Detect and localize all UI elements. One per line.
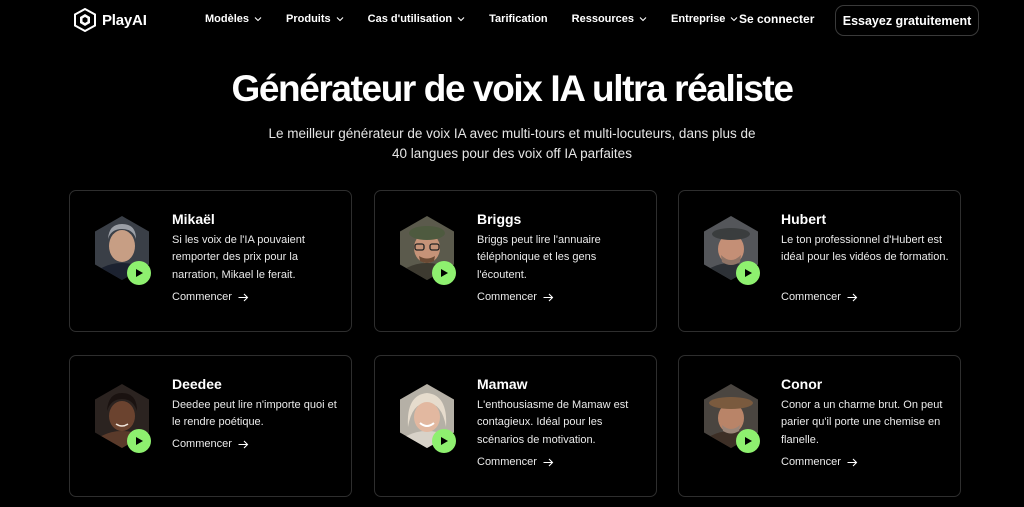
voice-card-briggs[interactable]: Briggs Briggs peut lire l'annuaire télép… [374, 190, 657, 332]
voice-card-deedee[interactable]: Deedee Deedee peut lire n'importe quoi e… [69, 355, 352, 497]
nav-item-label: Ressources [571, 13, 635, 25]
voice-avatar [398, 215, 456, 285]
play-button[interactable] [127, 261, 151, 285]
voice-name: Mikaël [172, 211, 215, 227]
chevron-down-icon [336, 17, 344, 22]
nav-item-modeles[interactable]: Modèles [205, 13, 262, 25]
voice-card-conor[interactable]: Conor Conor a un charme brut. On peut pa… [678, 355, 961, 497]
voice-name: Mamaw [477, 376, 528, 392]
voice-description: Si les voix de l'IA pouvaient remporter … [172, 234, 305, 281]
voice-name: Deedee [172, 376, 222, 392]
play-icon [136, 437, 143, 445]
start-link[interactable]: Commencer [781, 456, 858, 468]
nav-item-cas-utilisation[interactable]: Cas d'utilisation [368, 13, 466, 25]
voice-name: Conor [781, 376, 823, 392]
play-button[interactable] [736, 261, 760, 285]
start-link-label: Commencer [781, 291, 841, 303]
nav-item-label: Cas d'utilisation [367, 13, 453, 25]
page-subtitle: Le meilleur générateur de voix IA avec m… [268, 126, 756, 161]
arrow-right-icon [847, 458, 858, 466]
voice-description: L'enthousiasme de Mamaw est contagieux. … [477, 399, 629, 446]
cube-logo-icon [74, 8, 96, 32]
play-button[interactable] [736, 429, 760, 453]
top-navigation: PlayAI Modèles Produits Cas d'utilisatio… [0, 0, 1024, 40]
nav-item-label: Modèles [205, 13, 250, 25]
play-icon [136, 269, 143, 277]
play-icon [441, 437, 448, 445]
brand-name: PlayAI [102, 11, 147, 29]
start-link[interactable]: Commencer [172, 291, 249, 303]
signin-link[interactable]: Se connecter [739, 12, 814, 26]
chevron-down-icon [457, 17, 465, 22]
voice-avatar [702, 215, 760, 285]
start-link-label: Commencer [477, 291, 537, 303]
arrow-right-icon [238, 293, 249, 301]
nav-item-label: Entreprise [671, 13, 726, 25]
nav-item-label: Produits [286, 13, 331, 25]
voice-card-mikael[interactable]: Mikaël Si les voix de l'IA pouvaient rem… [69, 190, 352, 332]
voice-card-mamaw[interactable]: Mamaw L'enthousiasme de Mamaw est contag… [374, 355, 657, 497]
voice-name: Hubert [781, 211, 827, 227]
play-icon [441, 269, 448, 277]
start-link-label: Commencer [781, 456, 841, 468]
chevron-down-icon [639, 17, 647, 22]
nav-item-tarification[interactable]: Tarification [489, 13, 547, 25]
voice-card-hubert[interactable]: Hubert Le ton professionnel d'Hubert est… [678, 190, 961, 332]
play-button[interactable] [432, 429, 456, 453]
nav-item-entreprise[interactable]: Entreprise [671, 13, 738, 25]
arrow-right-icon [543, 458, 554, 466]
arrow-right-icon [847, 293, 858, 301]
start-link-label: Commencer [172, 438, 232, 450]
voice-avatar [93, 383, 151, 453]
nav-item-label: Tarification [489, 13, 548, 25]
nav-menu: Modèles Produits Cas d'utilisation Tarif… [205, 13, 738, 25]
voice-description: Le ton professionnel d'Hubert est idéal … [781, 234, 949, 264]
voice-description: Conor a un charme brut. On peut parier q… [781, 399, 943, 446]
start-link[interactable]: Commencer [781, 291, 858, 303]
play-icon [745, 269, 752, 277]
nav-item-ressources[interactable]: Ressources [572, 13, 647, 25]
voice-avatar [93, 215, 151, 285]
voice-avatar [702, 383, 760, 453]
start-link-label: Commencer [477, 456, 537, 468]
start-link[interactable]: Commencer [172, 438, 249, 450]
voice-description: Deedee peut lire n'importe quoi et le re… [172, 399, 337, 429]
nav-item-produits[interactable]: Produits [286, 13, 344, 25]
play-icon [745, 437, 752, 445]
brand-logo[interactable]: PlayAI [74, 8, 147, 32]
start-link-label: Commencer [172, 291, 232, 303]
voice-avatar [398, 383, 456, 453]
arrow-right-icon [238, 440, 249, 448]
voice-description: Briggs peut lire l'annuaire téléphonique… [477, 234, 601, 281]
chevron-down-icon [254, 17, 262, 22]
chevron-down-icon [731, 17, 738, 22]
play-button[interactable] [432, 261, 456, 285]
voice-name: Briggs [477, 211, 522, 227]
start-link[interactable]: Commencer [477, 291, 554, 303]
arrow-right-icon [543, 293, 554, 301]
start-link[interactable]: Commencer [477, 456, 554, 468]
try-free-button[interactable]: Essayez gratuitement [835, 5, 979, 36]
page-title: Générateur de voix IA ultra réaliste [231, 68, 793, 109]
play-button[interactable] [127, 429, 151, 453]
